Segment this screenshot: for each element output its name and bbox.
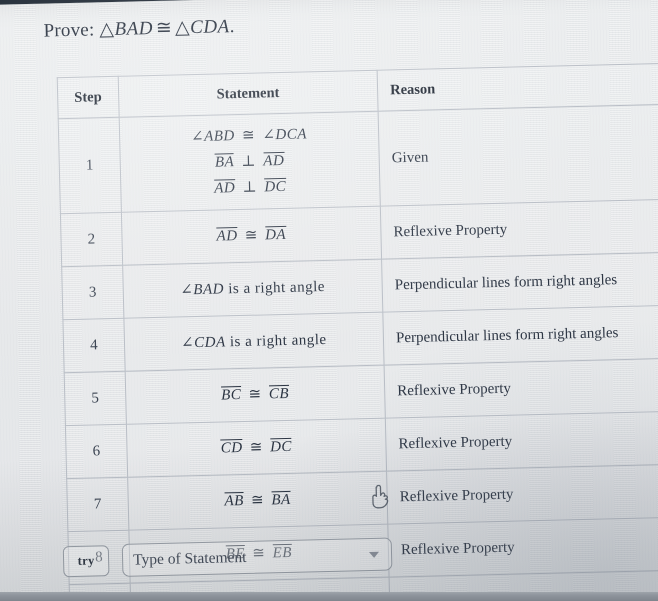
prove-statement: Prove: △BAD ≅ △CDA. <box>43 15 235 42</box>
statement-line: AD ≅ DA <box>216 225 287 246</box>
pointing-hand-cursor <box>372 484 389 509</box>
cell-statement[interactable]: ∠ABD ≅ ∠DCA BA ⊥ AD AD ⊥ DC <box>118 111 381 213</box>
cell-step: 6 <box>65 424 128 479</box>
cell-reason[interactable]: Reflexive Property <box>387 516 658 578</box>
cell-reason[interactable]: Reflexive Property <box>384 357 658 419</box>
cell-step: 5 <box>64 371 127 426</box>
triangle-icon-right: △ <box>174 17 191 39</box>
cell-reason[interactable]: Reflexive Property <box>385 410 658 472</box>
screen-bottom-edge <box>0 592 658 601</box>
cell-statement[interactable]: AB ≅ BA <box>127 471 388 531</box>
statement-type-select[interactable]: Type of Statement <box>121 537 393 577</box>
column-header-step: Step <box>57 76 119 119</box>
cell-statement[interactable]: ∠CDA is a right angle <box>123 312 385 372</box>
cell-statement[interactable]: ∠BAD is a right angle <box>122 259 383 319</box>
photographed-screen: Prove: △BAD ≅ △CDA. Step Statement Reason … <box>0 0 658 601</box>
try-button[interactable]: try <box>62 545 110 578</box>
cell-step: 7 <box>66 477 129 532</box>
cell-statement[interactable]: CD ≅ DC <box>126 418 387 478</box>
worksheet-page: Prove: △BAD ≅ △CDA. Step Statement Reason … <box>0 0 658 601</box>
cell-reason[interactable]: Reflexive Property <box>386 463 658 525</box>
column-header-statement: Statement <box>117 70 379 118</box>
table-row[interactable]: 1 ∠ABD ≅ ∠DCA BA ⊥ AD AD ⊥ DC Given <box>58 103 658 214</box>
column-header-reason: Reason <box>377 62 658 112</box>
cell-step: 2 <box>60 212 123 267</box>
table-body: 1 ∠ABD ≅ ∠DCA BA ⊥ AD AD ⊥ DC Given 2 AD ≅ DA R… <box>58 103 658 601</box>
statement-line: BC ≅ CB <box>220 384 290 405</box>
triangle-icon-left: △ <box>99 18 115 41</box>
prove-left-vertices: BAD <box>114 17 154 40</box>
cell-step: 1 <box>58 117 122 214</box>
chevron-down-icon <box>368 551 380 558</box>
prove-period: . <box>229 16 235 38</box>
prove-label: Prove: <box>43 19 95 42</box>
cell-statement[interactable]: BC ≅ CB <box>124 365 386 425</box>
proof-table: Step Statement Reason 1 ∠ABD ≅ ∠DCA BA ⊥ A… <box>56 62 658 601</box>
cell-reason[interactable]: Given <box>378 103 658 207</box>
prove-right-vertices: CDA <box>189 16 230 39</box>
cell-statement[interactable]: AD ≅ DA <box>121 206 382 266</box>
cell-reason[interactable]: Perpendicular lines form right angles <box>381 251 658 313</box>
statement-type-value: Type of Statement <box>132 548 247 569</box>
prove-right-triangle: △CDA <box>175 16 230 38</box>
statement-line: ∠CDA is a right angle <box>180 331 327 352</box>
page-content: Prove: △BAD ≅ △CDA. Step Statement Reason … <box>0 0 658 601</box>
congruence-symbol: ≅ <box>155 17 173 39</box>
prove-left-triangle: △BAD <box>99 18 153 40</box>
statement-line: AB ≅ BA <box>224 490 291 511</box>
cell-step: 3 <box>61 265 124 320</box>
statement-line: ∠BAD is a right angle <box>180 278 326 299</box>
cell-reason[interactable]: Reflexive Property <box>380 198 658 260</box>
cell-step: 4 <box>62 318 125 373</box>
cell-reason[interactable]: Perpendicular lines form right angles <box>382 304 658 366</box>
statement-line: CD ≅ DC <box>220 437 293 458</box>
statement-line: AD ⊥ DC <box>214 178 287 198</box>
